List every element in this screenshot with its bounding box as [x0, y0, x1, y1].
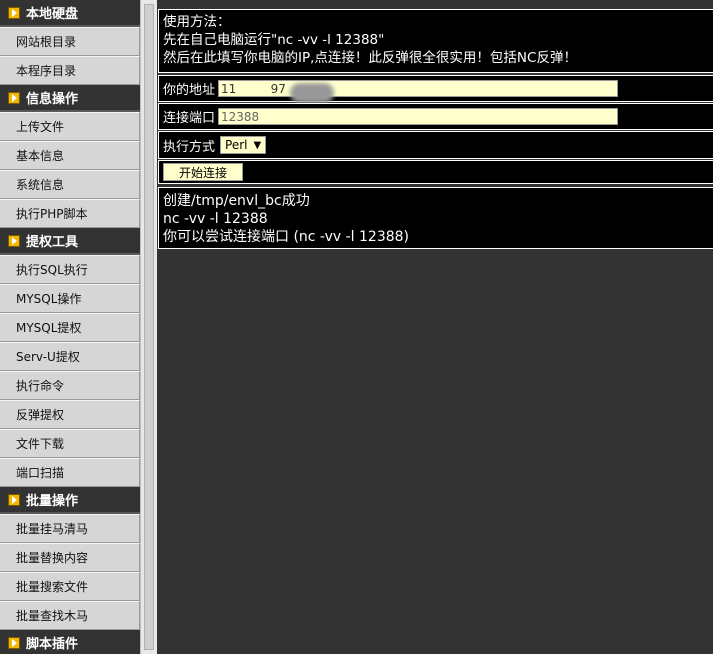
sidebar-item[interactable]: 批量替换内容 — [0, 543, 140, 572]
usage-line-2: 先在自己电脑运行"nc -vv -l 12388" — [163, 32, 385, 48]
caret-down-icon: ▼ — [253, 139, 262, 151]
sidebar-item[interactable]: 网站根目录 — [0, 27, 140, 56]
sidebar-item-label: 批量替换内容 — [16, 551, 89, 565]
arrow-right-icon — [8, 234, 20, 247]
sidebar: 本地硬盘网站根目录本程序目录信息操作上传文件基本信息系统信息执行PHP脚本 提权工… — [0, 0, 140, 654]
start-row: 开始连接 — [158, 160, 713, 184]
redacted-blur — [290, 83, 335, 103]
sidebar-item[interactable]: 系统信息 — [0, 170, 140, 199]
usage-instructions: 使用方法： 先在自己电脑运行"nc -vv -l 12388" 然后在此填写你电… — [158, 9, 713, 73]
sidebar-section-label: 批量操作 — [26, 494, 79, 509]
sidebar-item-label: 系统信息 — [16, 178, 65, 192]
sidebar-section-label: 脚本插件 — [26, 637, 79, 652]
sidebar-item[interactable]: MYSQL提权 — [0, 313, 140, 342]
start-connect-button[interactable]: 开始连接 — [163, 163, 243, 181]
usage-line-1: 使用方法： — [163, 14, 231, 30]
sidebar-item[interactable]: 上传文件 — [0, 112, 140, 141]
arrow-right-icon — [8, 6, 20, 19]
sidebar-item-label: Serv-U提权 — [16, 350, 80, 364]
sidebar-item-label: 执行PHP脚本 — [16, 207, 88, 221]
sidebar-section-label: 本地硬盘 — [26, 7, 79, 22]
sidebar-item-label: MYSQL提权 — [16, 321, 82, 335]
sidebar-item[interactable]: 基本信息 — [0, 141, 140, 170]
sidebar-section-header[interactable]: 批量操作 — [0, 487, 140, 514]
sidebar-item-label: 上传文件 — [16, 120, 65, 134]
sidebar-item[interactable]: Serv-U提权 — [0, 342, 140, 371]
usage-line-3: 然后在此填写你电脑的IP,点连接！此反弹很全很实用！包括NC反弹！ — [163, 50, 577, 66]
sidebar-item[interactable]: 执行SQL执行 — [0, 255, 140, 284]
method-label: 执行方式 — [163, 139, 216, 155]
sidebar-item-label: 批量查找木马 — [16, 609, 89, 623]
sidebar-item-label: 端口扫描 — [16, 466, 65, 480]
sidebar-item-label: 批量挂马清马 — [16, 522, 89, 536]
sidebar-item-label: 执行命令 — [16, 379, 65, 393]
result-line-2: nc -vv -l 12388 — [163, 211, 268, 227]
sidebar-item-label: 批量搜索文件 — [16, 580, 89, 594]
sidebar-item[interactable]: 执行PHP脚本 — [0, 199, 140, 228]
port-row: 连接端口 — [158, 103, 713, 130]
result-output: 创建/tmp/envl_bc成功 nc -vv -l 12388 你可以尝试连接… — [158, 187, 713, 249]
arrow-right-icon — [8, 636, 20, 649]
method-row: 执行方式 Perl ▼ — [158, 131, 713, 159]
sidebar-item-label: 本程序目录 — [16, 64, 77, 78]
port-label: 连接端口 — [163, 111, 216, 126]
sidebar-item-label: 文件下载 — [16, 437, 65, 451]
sidebar-item[interactable]: 执行命令 — [0, 371, 140, 400]
method-select[interactable]: Perl ▼ — [220, 136, 267, 154]
sidebar-item-label: 网站根目录 — [16, 35, 77, 49]
arrow-right-icon — [8, 493, 20, 506]
sidebar-scrollbar[interactable] — [140, 0, 157, 654]
sidebar-item[interactable]: 反弹提权 — [0, 400, 140, 429]
address-label: 你的地址 — [163, 83, 216, 98]
result-line-3: 你可以尝试连接端口 (nc -vv -l 12388) — [163, 229, 410, 245]
sidebar-item-label: 执行SQL执行 — [16, 263, 88, 277]
sidebar-item[interactable]: 批量搜索文件 — [0, 572, 140, 601]
sidebar-item[interactable]: 端口扫描 — [0, 458, 140, 487]
arrow-right-icon — [8, 91, 20, 104]
method-selected-value: Perl — [225, 138, 248, 152]
sidebar-item-label: 基本信息 — [16, 149, 65, 163]
sidebar-section-label: 提权工具 — [26, 235, 79, 250]
address-input[interactable] — [218, 80, 619, 97]
address-row: 你的地址 — [158, 75, 713, 103]
result-line-1: 创建/tmp/envl_bc成功 — [163, 193, 310, 209]
sidebar-item[interactable]: MYSQL操作 — [0, 284, 140, 313]
sidebar-item[interactable]: 批量查找木马 — [0, 601, 140, 630]
sidebar-item[interactable]: 本程序目录 — [0, 56, 140, 85]
sidebar-item-label: 反弹提权 — [16, 408, 65, 422]
address-field-wrap — [218, 80, 619, 103]
sidebar-item[interactable]: 文件下载 — [0, 429, 140, 458]
scrollbar-thumb[interactable] — [144, 4, 154, 650]
sidebar-section-label: 信息操作 — [26, 92, 79, 107]
main-panel: 使用方法： 先在自己电脑运行"nc -vv -l 12388" 然后在此填写你电… — [157, 0, 713, 654]
sidebar-section-header[interactable]: 提权工具 — [0, 228, 140, 255]
sidebar-section-header[interactable]: 信息操作 — [0, 85, 140, 112]
sidebar-item-label: MYSQL操作 — [16, 292, 82, 306]
sidebar-item[interactable]: 批量挂马清马 — [0, 514, 140, 543]
sidebar-section-header[interactable]: 脚本插件 — [0, 630, 140, 654]
port-input[interactable] — [218, 108, 619, 125]
sidebar-section-header[interactable]: 本地硬盘 — [0, 0, 140, 27]
